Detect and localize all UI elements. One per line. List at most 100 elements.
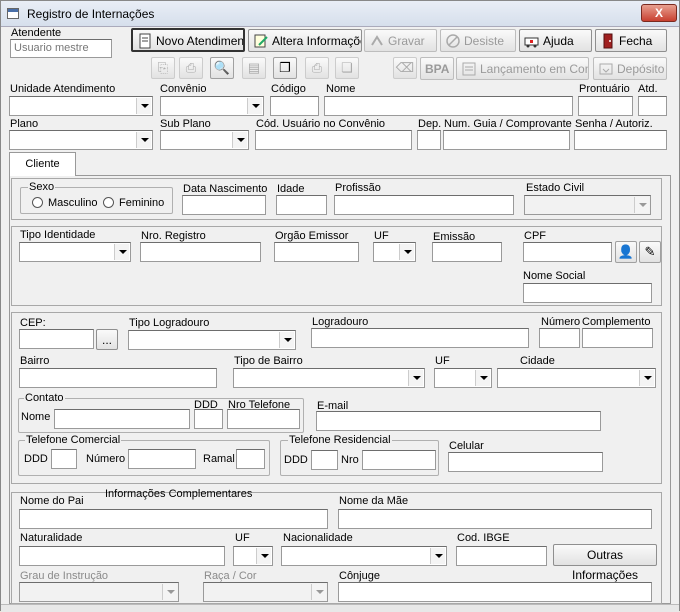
deposito-label: Depósito — [617, 62, 665, 76]
tipo-bairro-select[interactable] — [233, 368, 425, 388]
bpa-button[interactable]: BPA — [420, 57, 454, 80]
edit-cpf-button[interactable]: ✎ — [639, 241, 661, 263]
contato-nome-input[interactable] — [54, 409, 190, 429]
cidade-select[interactable] — [497, 368, 656, 388]
nome-input[interactable] — [324, 96, 573, 116]
list-icon-button[interactable]: ▤ — [242, 57, 266, 79]
chevron-down-icon — [430, 548, 445, 564]
lancamento-conta-button[interactable]: Lançamento em Conta — [456, 57, 589, 80]
codigo-input[interactable] — [270, 96, 319, 116]
nacionalidade-select[interactable] — [281, 546, 447, 566]
complemento-input[interactable] — [582, 328, 653, 348]
gravar-label: Gravar — [388, 34, 425, 48]
logradouro-label: Logradouro — [312, 316, 369, 328]
outras-informacoes-button[interactable]: Outras Informações — [553, 544, 657, 582]
uf-naturalidade-select[interactable] — [233, 546, 273, 566]
tc-ddd-input[interactable] — [51, 449, 77, 469]
naturalidade-input[interactable] — [19, 546, 225, 566]
celular-input[interactable] — [448, 452, 603, 472]
orgao-emissor-input[interactable] — [274, 242, 359, 262]
search-icon: 🔍 — [213, 60, 231, 75]
data-nascimento-input[interactable] — [182, 195, 266, 215]
tipo-logradouro-select[interactable] — [128, 330, 296, 350]
eraser-icon-button[interactable]: ⌫ — [393, 57, 417, 79]
chevron-down-icon — [247, 98, 262, 114]
tc-numero-input[interactable] — [128, 449, 196, 469]
title-bar: Registro de Internações X — [1, 1, 679, 27]
ajuda-button[interactable]: Ajuda — [519, 29, 592, 52]
contato-legend: Contato — [24, 392, 65, 404]
senha-input[interactable] — [574, 130, 667, 150]
numero-input[interactable] — [539, 328, 580, 348]
import-icon-button[interactable]: ⎘ — [151, 57, 175, 79]
chevron-down-icon — [256, 548, 271, 564]
copy-icon-button[interactable]: ❐ — [273, 57, 297, 79]
grau-instrucao-select[interactable] — [19, 582, 179, 602]
nacionalidade-label: Nacionalidade — [283, 532, 353, 544]
tc-ramal-label: Ramal — [203, 453, 235, 465]
fecha-button[interactable]: Fecha — [595, 29, 667, 52]
convenio-label: Convênio — [160, 83, 207, 95]
close-button[interactable]: X — [641, 4, 677, 22]
pages-icon: ❏ — [341, 60, 353, 75]
search-icon-button[interactable]: 🔍 — [210, 57, 234, 79]
print-icon-button[interactable]: ⎙ — [179, 57, 203, 79]
masculino-radio[interactable] — [32, 197, 43, 208]
profissao-input[interactable] — [334, 195, 514, 215]
cod-ibge-input[interactable] — [456, 546, 547, 566]
consulta-cpf-button[interactable]: 👤 — [615, 241, 637, 263]
tipo-identidade-select[interactable] — [19, 242, 131, 262]
tr-ddd-input[interactable] — [311, 450, 338, 470]
cpf-input[interactable] — [523, 242, 612, 262]
contato-ddd-input[interactable] — [194, 409, 223, 429]
logradouro-input[interactable] — [311, 328, 529, 348]
chevron-down-icon — [475, 370, 490, 386]
tr-nro-input[interactable] — [362, 450, 436, 470]
idade-input[interactable] — [276, 195, 327, 215]
uf-endereco-select[interactable] — [434, 368, 492, 388]
cod-ibge-label: Cod. IBGE — [457, 532, 510, 544]
desiste-button[interactable]: Desiste — [440, 29, 516, 52]
plano-label: Plano — [10, 118, 39, 130]
emissao-input[interactable] — [432, 242, 502, 262]
unidade-select[interactable] — [9, 96, 153, 116]
pages-icon-button[interactable]: ❏ — [335, 57, 359, 79]
num-guia-input[interactable] — [443, 130, 570, 150]
nome-social-input[interactable] — [523, 283, 652, 303]
tc-numero-label: Número — [86, 453, 126, 465]
conjuge-input[interactable] — [338, 582, 652, 602]
plano-select[interactable] — [9, 130, 153, 150]
estado-civil-select[interactable] — [524, 195, 651, 215]
raca-cor-label: Raça / Cor — [204, 570, 257, 582]
tc-ramal-input[interactable] — [236, 449, 265, 469]
feminino-radio[interactable] — [103, 197, 114, 208]
atd-input[interactable] — [638, 96, 667, 116]
raca-cor-select[interactable] — [203, 582, 328, 602]
convenio-select[interactable] — [160, 96, 264, 116]
cod-usuario-input[interactable] — [255, 130, 412, 150]
uf-identidade-select[interactable] — [373, 242, 416, 262]
sub-plano-select[interactable] — [160, 130, 249, 150]
chevron-down-icon — [639, 370, 654, 386]
tab-cliente[interactable]: Cliente — [9, 152, 76, 176]
novo-atendimento-button[interactable]: Novo Atendimento — [131, 28, 245, 52]
nome-pai-input[interactable] — [19, 509, 328, 529]
altera-informacoes-button[interactable]: Altera Informações — [248, 29, 362, 52]
print2-icon-button[interactable]: ⎙ — [305, 57, 329, 79]
cep-search-button[interactable]: ... — [96, 329, 118, 350]
nome-mae-input[interactable] — [338, 509, 652, 529]
nro-telefone-input[interactable] — [227, 409, 300, 429]
cep-input[interactable] — [19, 329, 94, 349]
nro-registro-input[interactable] — [140, 242, 261, 262]
tr-ddd-label: DDD — [284, 454, 308, 466]
bairro-input[interactable] — [19, 368, 217, 388]
dep-input[interactable] — [417, 130, 441, 150]
email-input[interactable] — [316, 411, 601, 431]
deposito-button[interactable]: Depósito — [593, 57, 667, 80]
nome-label: Nome — [326, 83, 356, 95]
cep-label: CEP: — [20, 317, 46, 329]
prontuario-input[interactable] — [578, 96, 633, 116]
sexo-legend: Sexo — [28, 181, 56, 193]
atendente-field[interactable]: Usuario mestre — [10, 39, 112, 58]
gravar-button[interactable]: Gravar — [364, 29, 437, 52]
